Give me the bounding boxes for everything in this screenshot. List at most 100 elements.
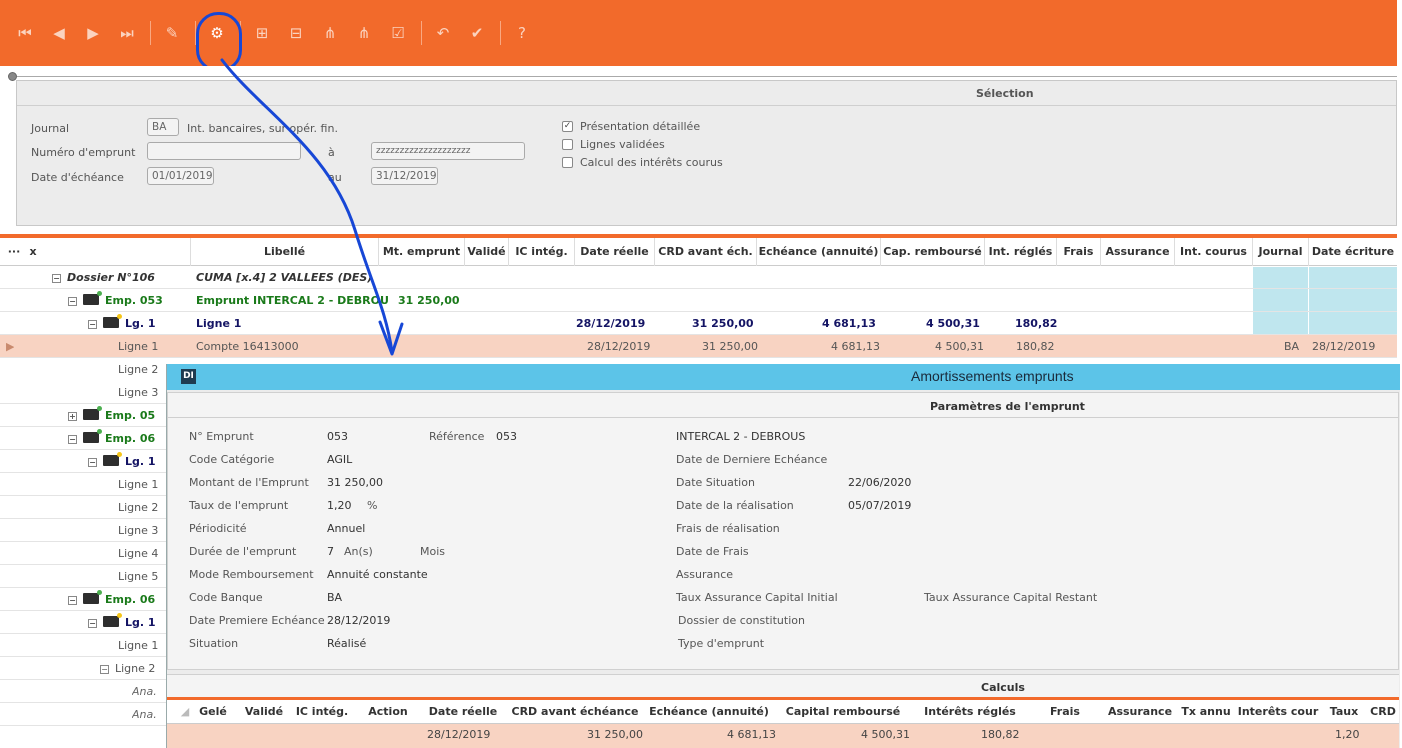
tree-node-emprunt[interactable]: + Emp. 05 [68,404,155,427]
previous-record-button[interactable]: ◀ [46,20,72,46]
column-journal[interactable]: Journal [1252,238,1308,266]
column-assurance[interactable]: Assurance [1100,238,1174,266]
numero-to-input[interactable]: zzzzzzzzzzzzzzzzzzzz [371,142,525,160]
calculs-row[interactable]: 28/12/2019 31 250,00 4 681,13 4 500,31 1… [167,724,1399,748]
tree-leaf[interactable]: Ligne 3 [118,381,158,404]
collapse-toggle-icon[interactable]: − [52,274,61,283]
column-date-reelle[interactable]: Date réelle [574,238,654,266]
column-cap-rembourse[interactable]: Cap. remboursé [880,238,984,266]
column-mt-emprunt[interactable]: Mt. emprunt [378,238,464,266]
column-capital-rembourse[interactable]: Capital remboursé [781,700,905,724]
table-row[interactable]: − Dossier N°106 CUMA [x.4] 2 VALLEES (DES… [0,266,1397,289]
value-montant[interactable]: 31 250,00 [327,476,383,489]
column-date-reelle[interactable]: Date réelle [423,700,503,724]
column-int-courus[interactable]: Int. courus [1174,238,1252,266]
row-menu-icon[interactable]: ··· [4,238,24,266]
value-num-emprunt[interactable]: 053 [327,430,348,443]
column-date-ecriture[interactable]: Date écriture [1308,238,1397,266]
value-reference[interactable]: 053 [496,430,517,443]
tree-node-ligne[interactable]: − Ligne 2 [100,657,155,680]
help-button[interactable]: ? [509,20,535,46]
collapse-button[interactable]: ⊟ [283,20,309,46]
column-gele[interactable]: Gelé [193,700,233,724]
last-record-button[interactable]: ⏭ [114,20,140,46]
collapse-toggle-icon[interactable]: − [100,665,109,674]
column-ic-integ[interactable]: IC intég. [508,238,574,266]
column-echeance[interactable]: Echéance (annuité) [756,238,880,266]
value-date-situation[interactable]: 22/06/2020 [848,476,911,489]
tree-leaf[interactable]: Ligne 5 [118,565,158,588]
tree-leaf[interactable]: Ligne 1 [118,473,158,496]
tree-leaf[interactable]: Ligne 2 [118,358,158,381]
tree-node-emprunt[interactable]: − Emp. 06 [68,588,155,611]
tree-node-ligne-group[interactable]: − Lg. 1 [88,611,156,634]
validate-box-button[interactable]: ☑ [385,20,411,46]
column-valide[interactable]: Validé [241,700,287,724]
table-row[interactable]: − Lg. 1 Ligne 1 28/12/2019 31 250,00 4 68… [0,312,1397,335]
column-crd[interactable]: CRD avant éch. [654,238,756,266]
collapse-toggle-icon[interactable]: − [68,435,77,444]
column-tx-annu[interactable]: Tx annu [1177,700,1235,724]
next-record-button[interactable]: ▶ [80,20,106,46]
tree-leaf[interactable]: Ana. [132,680,157,703]
value-situation[interactable]: Réalisé [327,637,366,650]
collapse-toggle-icon[interactable]: − [88,619,97,628]
tree-node-dossier[interactable]: − Dossier N°106 [52,266,155,289]
value-code-categorie[interactable]: AGIL [327,453,352,466]
undo-button[interactable]: ↶ [430,20,456,46]
tree-leaf[interactable]: Ligne 1 [118,335,158,358]
column-frais[interactable]: Frais [1056,238,1100,266]
column-echeance[interactable]: Echéance (annuité) [645,700,773,724]
column-x[interactable]: x [22,238,44,266]
value-date-realisation[interactable]: 05/07/2019 [848,499,911,512]
tree-leaf[interactable]: Ana. [132,703,157,726]
collapse-tree-button[interactable]: ⋔ [351,20,377,46]
value-periodicite[interactable]: Annuel [327,522,365,535]
collapse-toggle-icon[interactable]: − [88,458,97,467]
tree-leaf[interactable]: Ligne 1 [118,634,158,657]
collapse-toggle-icon[interactable]: − [68,596,77,605]
collapse-toggle-icon[interactable]: − [88,320,97,329]
date-to-input[interactable]: 31/12/2019 [371,167,438,185]
tree-leaf[interactable]: Ligne 2 [118,496,158,519]
calcul-checkbox[interactable] [562,157,573,168]
lignes-checkbox[interactable] [562,139,573,150]
column-action[interactable]: Action [363,700,413,724]
column-int-regles[interactable]: Int. réglés [984,238,1056,266]
column-valide[interactable]: Validé [464,238,508,266]
column-ic-integ[interactable]: IC intég. [287,700,357,724]
edit-button[interactable]: ✎ [159,20,185,46]
presentation-checkbox[interactable]: ✓ [562,121,573,132]
column-interets-courus[interactable]: Interêts cour [1235,700,1321,724]
date-from-input[interactable]: 01/01/2019 [147,167,214,185]
tree-node-emprunt[interactable]: − Emp. 053 [68,289,163,312]
column-frais[interactable]: Frais [1043,700,1087,724]
tree-node-ligne-group[interactable]: − Lg. 1 [88,312,156,335]
expand-button[interactable]: ⊞ [249,20,275,46]
confirm-button[interactable]: ✔ [464,20,490,46]
collapse-toggle-icon[interactable]: − [68,297,77,306]
value-duree[interactable]: 7 [327,545,334,558]
numero-from-input[interactable] [147,142,301,160]
column-libelle[interactable]: Libellé [190,238,378,266]
value-code-banque[interactable]: BA [327,591,342,604]
value-mode-remboursement[interactable]: Annuité constante [327,568,428,581]
expand-toggle-icon[interactable]: + [68,412,77,421]
dialog-titlebar[interactable]: DI Amortissements emprunts [167,364,1400,390]
table-row[interactable]: − Emp. 053 Emprunt INTERCAL 2 - DEBROU 31… [0,289,1397,312]
column-interets-regles[interactable]: Intérêts réglés [915,700,1025,724]
column-assurance[interactable]: Assurance [1103,700,1177,724]
journal-input[interactable]: BA [147,118,179,136]
tree-leaf[interactable]: Ligne 3 [118,519,158,542]
tree-node-emprunt[interactable]: − Emp. 06 [68,427,155,450]
expand-tree-button[interactable]: ⋔ [317,20,343,46]
value-taux[interactable]: 1,20 [327,499,352,512]
column-crd[interactable]: CRD [1367,700,1399,724]
tree-leaf[interactable]: Ligne 4 [118,542,158,565]
first-record-button[interactable]: ⏮ [12,20,38,46]
table-row-selected[interactable]: ▶ Ligne 1 Compte 16413000 28/12/2019 31 … [0,335,1397,358]
value-premiere-echeance[interactable]: 28/12/2019 [327,614,390,627]
column-crd-avant[interactable]: CRD avant échéance [507,700,643,724]
value-intitule[interactable]: INTERCAL 2 - DEBROUS [676,430,805,443]
column-taux[interactable]: Taux [1325,700,1363,724]
